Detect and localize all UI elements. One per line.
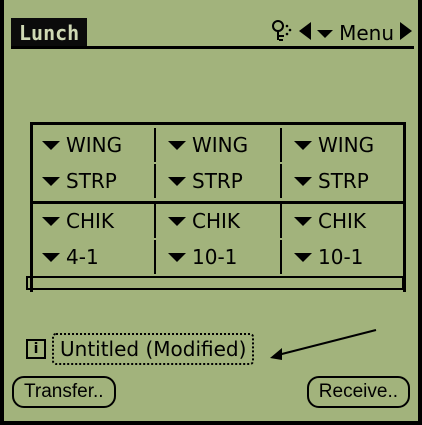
down-triangle-icon bbox=[168, 176, 186, 186]
menu-area: Menu bbox=[271, 18, 412, 48]
down-triangle-icon bbox=[168, 216, 186, 226]
grid-cell[interactable]: STRP bbox=[154, 164, 280, 198]
down-triangle-icon bbox=[42, 140, 60, 150]
cell-label: WING bbox=[318, 133, 375, 157]
grid-cell[interactable]: STRP bbox=[280, 164, 406, 198]
info-icon[interactable]: i bbox=[26, 339, 46, 359]
down-triangle-icon bbox=[294, 140, 312, 150]
grid-cell[interactable]: STRP bbox=[30, 164, 154, 198]
key-icon[interactable] bbox=[271, 19, 293, 47]
down-triangle-icon bbox=[42, 252, 60, 262]
grid-cell[interactable]: CHIK bbox=[154, 204, 280, 238]
down-triangle-icon bbox=[168, 140, 186, 150]
grid-row-4: 4-1 10-1 10-1 bbox=[30, 240, 406, 274]
grid-row-2: STRP STRP STRP bbox=[30, 164, 406, 198]
title-bar: Lunch Menu bbox=[0, 0, 422, 49]
grid-cell[interactable]: CHIK bbox=[30, 204, 154, 238]
grid-cell[interactable]: WING bbox=[154, 128, 280, 162]
grid-row-3: CHIK CHIK CHIK bbox=[30, 204, 406, 238]
selection-grid: WING WING WING STRP STRP STRP CHIK CHIK … bbox=[30, 122, 406, 292]
grid-cell[interactable]: CHIK bbox=[280, 204, 406, 238]
menu-label[interactable]: Menu bbox=[339, 21, 394, 45]
left-triangle-icon[interactable] bbox=[299, 21, 312, 45]
grid-cell[interactable]: 10-1 bbox=[154, 240, 280, 274]
grid-cell[interactable]: WING bbox=[30, 128, 154, 162]
down-triangle-icon bbox=[294, 176, 312, 186]
down-triangle-icon bbox=[42, 176, 60, 186]
grid-cell[interactable]: 4-1 bbox=[30, 240, 154, 274]
cell-label: STRP bbox=[318, 169, 369, 193]
cell-label: CHIK bbox=[192, 209, 241, 233]
cell-label: 10-1 bbox=[318, 245, 364, 269]
cell-label: WING bbox=[66, 133, 123, 157]
cell-label: 4-1 bbox=[66, 245, 99, 269]
app-title: Lunch bbox=[11, 18, 88, 48]
grid-row-1: WING WING WING bbox=[30, 128, 406, 162]
right-triangle-icon[interactable] bbox=[400, 21, 412, 45]
down-triangle-icon[interactable] bbox=[317, 21, 334, 45]
down-triangle-icon bbox=[294, 216, 312, 226]
annotation-arrow bbox=[270, 329, 377, 360]
receive-button[interactable]: Receive.. bbox=[306, 376, 410, 408]
grid-cell[interactable]: WING bbox=[280, 128, 406, 162]
grid-scroll-bar bbox=[26, 276, 404, 290]
cell-label: CHIK bbox=[66, 209, 115, 233]
down-triangle-icon bbox=[294, 252, 312, 262]
cell-label: 10-1 bbox=[192, 245, 238, 269]
down-triangle-icon bbox=[42, 216, 60, 226]
cell-label: CHIK bbox=[318, 209, 367, 233]
cell-label: WING bbox=[192, 133, 249, 157]
transfer-button[interactable]: Transfer.. bbox=[12, 376, 116, 408]
filename-field[interactable]: Untitled (Modified) bbox=[52, 333, 255, 365]
down-triangle-icon bbox=[168, 252, 186, 262]
grid-cell[interactable]: 10-1 bbox=[280, 240, 406, 274]
cell-label: STRP bbox=[192, 169, 243, 193]
file-row: i Untitled (Modified) bbox=[26, 333, 255, 365]
cell-label: STRP bbox=[66, 169, 117, 193]
